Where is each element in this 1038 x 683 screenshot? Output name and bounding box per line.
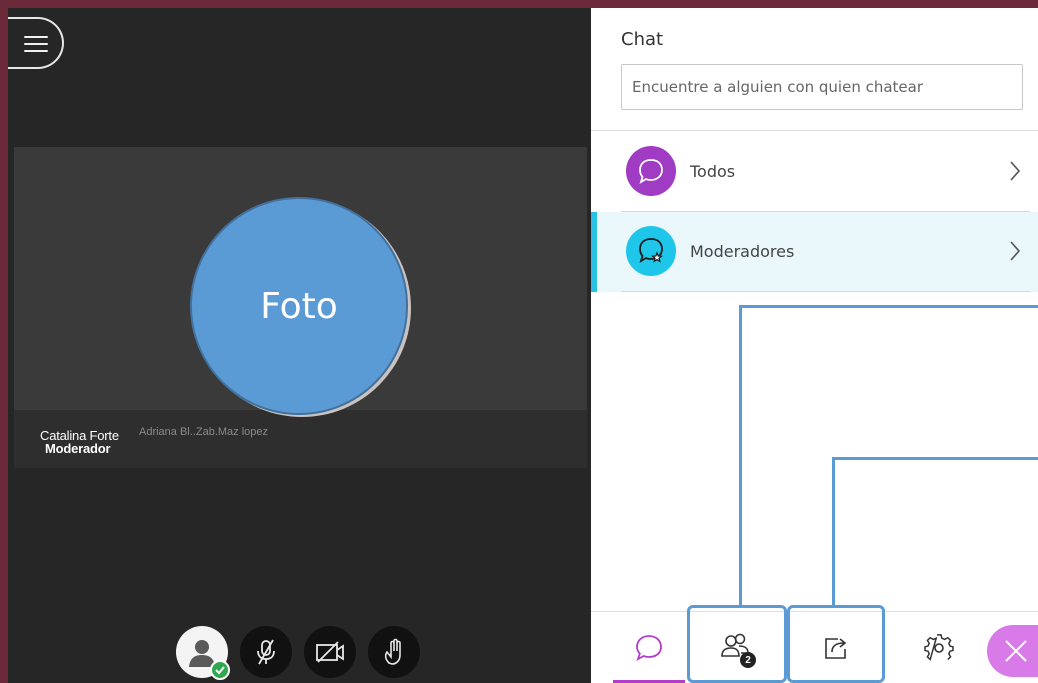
- annotation-box-share: [787, 605, 885, 683]
- annotation-line: [739, 305, 742, 605]
- annotation-line: [832, 457, 835, 605]
- photo-label: Foto: [260, 285, 338, 327]
- hamburger-menu-icon: [24, 36, 48, 38]
- gear-icon: [924, 634, 954, 661]
- annotation-box-participants: [687, 605, 787, 683]
- avatar-status-button[interactable]: [176, 626, 230, 680]
- raise-hand-button[interactable]: [368, 626, 420, 678]
- divider: [621, 291, 1030, 292]
- hamburger-bar: [24, 50, 48, 52]
- chat-bubble-icon: [636, 635, 662, 661]
- participant-role: Moderador: [45, 441, 111, 456]
- participant-ghost-text: Adriana Bl..Zab.Maz lopez: [139, 426, 269, 438]
- tab-settings[interactable]: [909, 618, 969, 678]
- camera-off-icon: [316, 641, 344, 663]
- moderator-chat-icon: [626, 226, 676, 276]
- hamburger-bar: [24, 43, 48, 45]
- participant-photo-placeholder: Foto: [190, 197, 408, 415]
- channel-moderadores[interactable]: Moderadores: [591, 212, 1038, 292]
- annotation-line: [739, 305, 1038, 308]
- chat-search-input[interactable]: [621, 64, 1023, 110]
- video-stage: Foto Adriana Bl..Zab.Maz lopez Catalina …: [8, 8, 591, 683]
- channel-todos[interactable]: Todos: [591, 132, 1038, 212]
- tab-chat[interactable]: [613, 618, 685, 683]
- available-status-icon: [210, 660, 230, 680]
- main-menu-button[interactable]: [8, 17, 64, 69]
- close-panel-button[interactable]: [987, 625, 1038, 677]
- channel-label: Todos: [690, 162, 736, 181]
- collaborate-window: Foto Adriana Bl..Zab.Maz lopez Catalina …: [8, 8, 1038, 683]
- chat-panel: Chat Todos Moderadores: [591, 8, 1038, 683]
- annotation-line: [832, 457, 1038, 460]
- hand-icon: [384, 638, 401, 665]
- session-controls: [176, 626, 420, 680]
- chat-bubble-icon: [626, 146, 676, 196]
- participant-video-tile: Foto Adriana Bl..Zab.Maz lopez Catalina …: [14, 147, 587, 468]
- divider: [591, 130, 1038, 131]
- microphone-muted-icon: [257, 639, 275, 665]
- chevron-right-icon: [1010, 241, 1021, 261]
- close-icon: [1005, 640, 1027, 662]
- chevron-right-icon: [1010, 161, 1021, 181]
- panel-title: Chat: [621, 29, 664, 50]
- channel-label: Moderadores: [690, 242, 795, 261]
- microphone-button[interactable]: [240, 626, 292, 678]
- camera-button[interactable]: [304, 626, 356, 678]
